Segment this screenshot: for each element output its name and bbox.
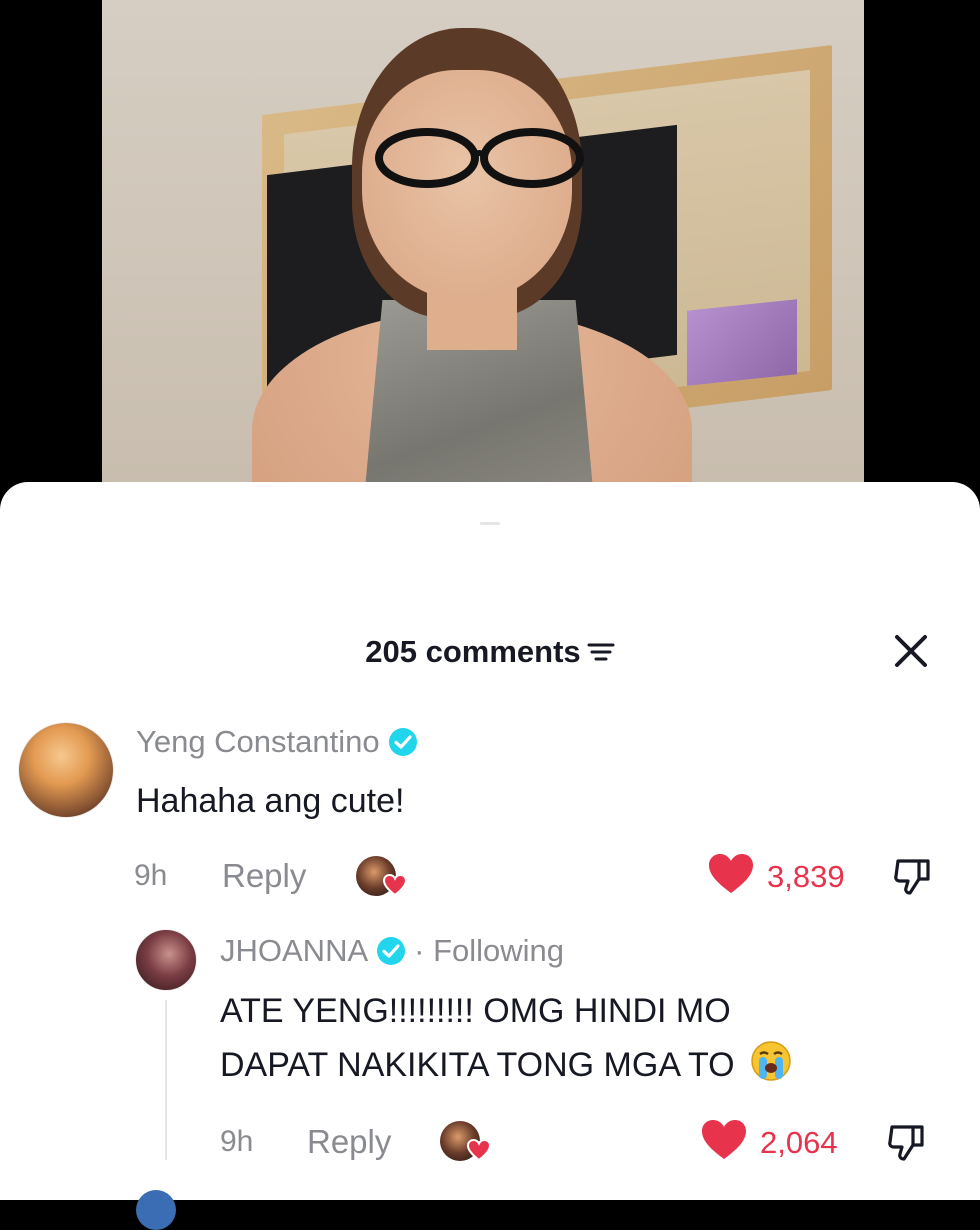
comment-text-line-2: DAPAT NAKIKITA TONG MGA TO <box>220 1038 792 1092</box>
loudly-crying-face-icon <box>751 1041 791 1081</box>
comment-username[interactable]: JHOANNA · Following <box>220 933 564 969</box>
like-count: 3,839 <box>767 859 845 894</box>
comments-header: 205 comments <box>0 622 980 674</box>
next-comment-avatar[interactable] <box>136 1190 176 1230</box>
sort-icon[interactable] <box>587 640 615 664</box>
comment-text-line-1: ATE YENG!!!!!!!!! OMG HINDI MO <box>220 992 731 1030</box>
glasses <box>375 128 584 188</box>
verified-badge-icon <box>388 728 417 756</box>
comment-item: Yeng Constantino Hahaha ang cute! 9h Rep… <box>0 722 980 902</box>
comment-text: Hahaha ang cute! <box>136 782 405 820</box>
comment-text: ATE YENG!!!!!!!!! OMG HINDI MO DAPAT NAK… <box>220 984 792 1092</box>
reply-button[interactable]: Reply <box>307 1123 391 1161</box>
video-player[interactable] <box>102 0 864 482</box>
avatar[interactable] <box>18 722 114 818</box>
like-heart-icon[interactable] <box>701 1119 747 1161</box>
like-count: 2,064 <box>760 1125 838 1160</box>
comments-count-label: 205 comments <box>365 634 581 669</box>
reply-comment-item: JHOANNA · Following ATE YENG!!!!!!!!! OM… <box>0 929 980 1179</box>
comment-time: 9h <box>220 1125 254 1158</box>
avatar[interactable] <box>135 929 197 991</box>
comment-time: 9h <box>134 859 168 892</box>
comment-username[interactable]: Yeng Constantino <box>136 724 418 760</box>
following-label: · Following <box>414 933 565 968</box>
like-heart-icon[interactable] <box>708 853 754 895</box>
sheet-grabber[interactable] <box>480 522 500 525</box>
dislike-icon[interactable] <box>886 1121 928 1163</box>
dislike-icon[interactable] <box>892 855 934 897</box>
purple-card <box>687 299 797 386</box>
close-icon[interactable] <box>890 630 932 672</box>
creator-heart-icon <box>467 1139 491 1161</box>
reply-button[interactable]: Reply <box>222 857 306 895</box>
creator-heart-icon <box>383 874 407 896</box>
verified-badge-icon <box>377 937 406 965</box>
